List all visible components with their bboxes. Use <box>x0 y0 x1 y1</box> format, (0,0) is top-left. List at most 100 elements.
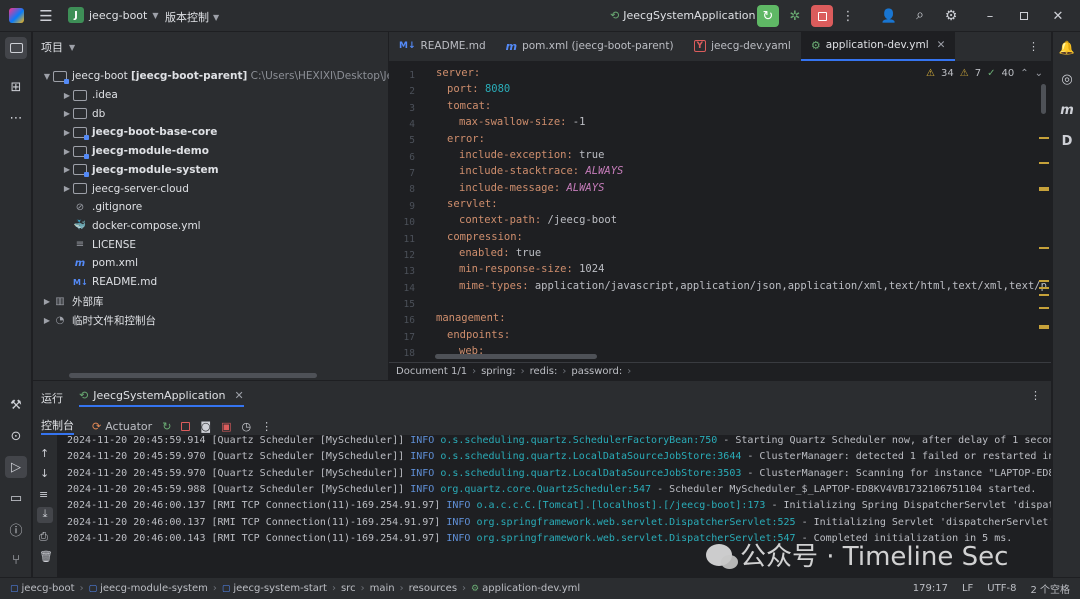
tab-readme[interactable]: M↓ README.md <box>389 31 496 61</box>
tab-application-dev[interactable]: ⚙ application-dev.yml ✕ <box>800 31 956 61</box>
scroll-up-icon[interactable]: ↑ <box>40 447 49 460</box>
close-tab-icon[interactable]: ✕ <box>235 389 244 402</box>
tree-item[interactable]: M↓ README.md <box>61 273 157 291</box>
print-icon[interactable]: ⎙ <box>39 530 48 544</box>
line-number: 10 <box>403 217 415 229</box>
terminal-icon[interactable]: ▭ <box>5 487 27 509</box>
path-item[interactable]: jeecg-module-system <box>100 583 208 594</box>
more-tools-icon[interactable]: ⋯ <box>5 107 27 129</box>
path-item[interactable]: src <box>341 583 356 594</box>
tree-root[interactable]: ▼ jeecg-boot [jeecg-boot-parent] C:\User… <box>41 67 446 85</box>
search-icon[interactable]: ⌕ <box>912 7 928 23</box>
breadcrumb-item[interactable]: Document 1/1 <box>396 366 467 377</box>
scroll-down-icon[interactable]: ↓ <box>40 467 49 480</box>
tree-item[interactable]: ▶ jeecg-boot-base-core <box>61 123 217 141</box>
database-icon[interactable]: ◎ <box>1056 68 1078 90</box>
tree-item[interactable]: ▶ jeecg-module-demo <box>61 142 209 160</box>
tree-item[interactable]: 🐳 docker-compose.yml <box>61 217 201 235</box>
soft-wrap-icon[interactable]: ≡ <box>39 488 48 501</box>
more-options-icon[interactable]: ⋮ <box>840 8 856 24</box>
line-number: 13 <box>403 266 415 278</box>
debug-button[interactable]: ✲ <box>784 5 806 27</box>
screenshot-camera-icon[interactable]: ◙ <box>200 420 211 433</box>
scroll-to-end-icon[interactable]: ⤓ <box>37 507 53 523</box>
minimize-icon[interactable]: – <box>982 8 998 24</box>
tree-item[interactable]: ▶ jeecg-module-system <box>61 161 219 179</box>
maximize-icon[interactable] <box>1016 8 1032 24</box>
maven-icon[interactable]: m <box>1056 99 1078 121</box>
console-tab[interactable]: 控制台 <box>41 417 74 435</box>
tree-item[interactable]: m pom.xml <box>61 254 138 272</box>
path-item[interactable]: jeecg-boot <box>22 583 75 594</box>
breadcrumb-item[interactable]: password: <box>571 366 622 377</box>
restore-layout-icon[interactable]: ▣ <box>221 420 231 433</box>
stop-icon[interactable] <box>181 421 191 431</box>
notifications-bell-icon[interactable]: 🔔 <box>1056 37 1078 59</box>
tree-item[interactable]: ▶ jeecg-server-cloud <box>61 180 189 198</box>
rerun-button[interactable]: ↻ <box>757 5 779 27</box>
project-tool-folder-icon[interactable] <box>5 37 27 59</box>
settings-gear-icon[interactable]: ⚙ <box>943 8 959 24</box>
path-item[interactable]: resources <box>409 583 457 594</box>
editor-breadcrumb: Document 1/1 › spring: › redis: › password:… <box>389 362 1051 380</box>
rerun-icon[interactable]: ↻ <box>162 420 171 433</box>
caret-position[interactable]: 179:17 <box>913 583 948 594</box>
profiler-icon[interactable]: ◷ <box>242 420 252 433</box>
vcs-menu[interactable]: 版本控制 ▼ <box>165 9 219 25</box>
project-name: jeecg-boot <box>89 8 148 22</box>
git-icon[interactable]: ⑂ <box>5 549 27 571</box>
project-panel-header[interactable]: 项目 ▼ <box>33 32 388 62</box>
doc-icon[interactable]: D <box>1056 130 1078 152</box>
module-folder-icon <box>73 164 89 178</box>
breadcrumb-item[interactable]: spring: <box>481 366 516 377</box>
log-level: INFO <box>410 451 435 463</box>
path-item[interactable]: application-dev.yml <box>482 583 580 594</box>
actuator-label: Actuator <box>105 419 153 433</box>
tree-scratches[interactable]: ▶ ◔ 临时文件和控制台 <box>41 311 156 329</box>
log-thread: [RMI TCP Connection(11)-169.254.91.97] <box>211 500 441 512</box>
module-folder-icon: ▢ <box>221 583 231 594</box>
indent-setting[interactable]: 2 个空格 <box>1030 581 1070 596</box>
editor-hscrollbar[interactable] <box>435 354 597 359</box>
tab-jeecg-dev[interactable]: Yjeecg-dev.yaml <box>684 31 801 61</box>
markdown-icon: M↓ <box>399 41 416 51</box>
structure-icon[interactable]: ⊞ <box>5 76 27 98</box>
project-switcher[interactable]: J jeecg-boot ▼ <box>68 7 159 23</box>
tree-item[interactable]: ≡ LICENSE <box>61 236 136 254</box>
clear-trash-icon[interactable]: 🗑 <box>39 550 53 563</box>
tree-item[interactable]: ⊘ .gitignore <box>61 198 142 216</box>
path-item[interactable]: jeecg-system-start <box>233 583 327 594</box>
tree-external-libs[interactable]: ▶ ▥ 外部库 <box>41 292 104 310</box>
project-hscrollbar[interactable] <box>69 373 317 378</box>
build-hammer-icon[interactable]: ⚒ <box>5 394 27 416</box>
log-level: INFO <box>446 516 471 528</box>
tree-item[interactable]: ▶ .idea <box>61 86 118 104</box>
inspection-widget[interactable]: ⚠ 34 ⚠ 7 ✓ 40 ⌃ ⌄ <box>926 68 1043 79</box>
log-cls: o.a.c.c.C.[Tomcat].[localhost].[/jeecg-b… <box>476 500 766 512</box>
tab-pom[interactable]: m pom.xml (jeecg-boot-parent) <box>496 31 684 61</box>
run-tool-icon[interactable]: ▷ <box>5 456 27 478</box>
module-folder-icon <box>73 126 89 140</box>
app-logo-icon <box>9 8 24 23</box>
problems-icon[interactable]: ⓘ <box>5 518 27 540</box>
close-tab-icon[interactable]: ✕ <box>937 39 946 51</box>
path-separator: › <box>212 583 217 594</box>
chevron-right-icon: ▶ <box>63 90 71 100</box>
stop-button[interactable] <box>811 5 833 27</box>
run-config-selector[interactable]: ⟲ JeecgSystemApplication ▼ <box>610 9 766 22</box>
tabs-more-icon[interactable]: ⋮ <box>1028 40 1039 53</box>
file-encoding[interactable]: UTF-8 <box>987 583 1016 594</box>
line-separator[interactable]: LF <box>962 583 973 594</box>
add-user-icon[interactable]: 👤 <box>881 8 897 24</box>
run-tab[interactable]: ⟲ JeecgSystemApplication ✕ <box>79 389 244 407</box>
toolbar-more-icon[interactable]: ⋮ <box>261 420 272 433</box>
path-item[interactable]: main <box>370 583 395 594</box>
close-window-icon[interactable]: ✕ <box>1050 8 1066 24</box>
breadcrumb-item[interactable]: redis: <box>530 366 558 377</box>
editor-vscrollbar[interactable] <box>1041 84 1046 114</box>
actuator-tab[interactable]: ⟳ Actuator <box>92 420 152 433</box>
run-more-icon[interactable]: ⋮ <box>1030 389 1041 402</box>
services-icon[interactable]: ⊙ <box>5 425 27 447</box>
main-menu-icon[interactable]: ☰ <box>38 7 54 25</box>
tree-item[interactable]: ▶ db <box>61 105 105 123</box>
